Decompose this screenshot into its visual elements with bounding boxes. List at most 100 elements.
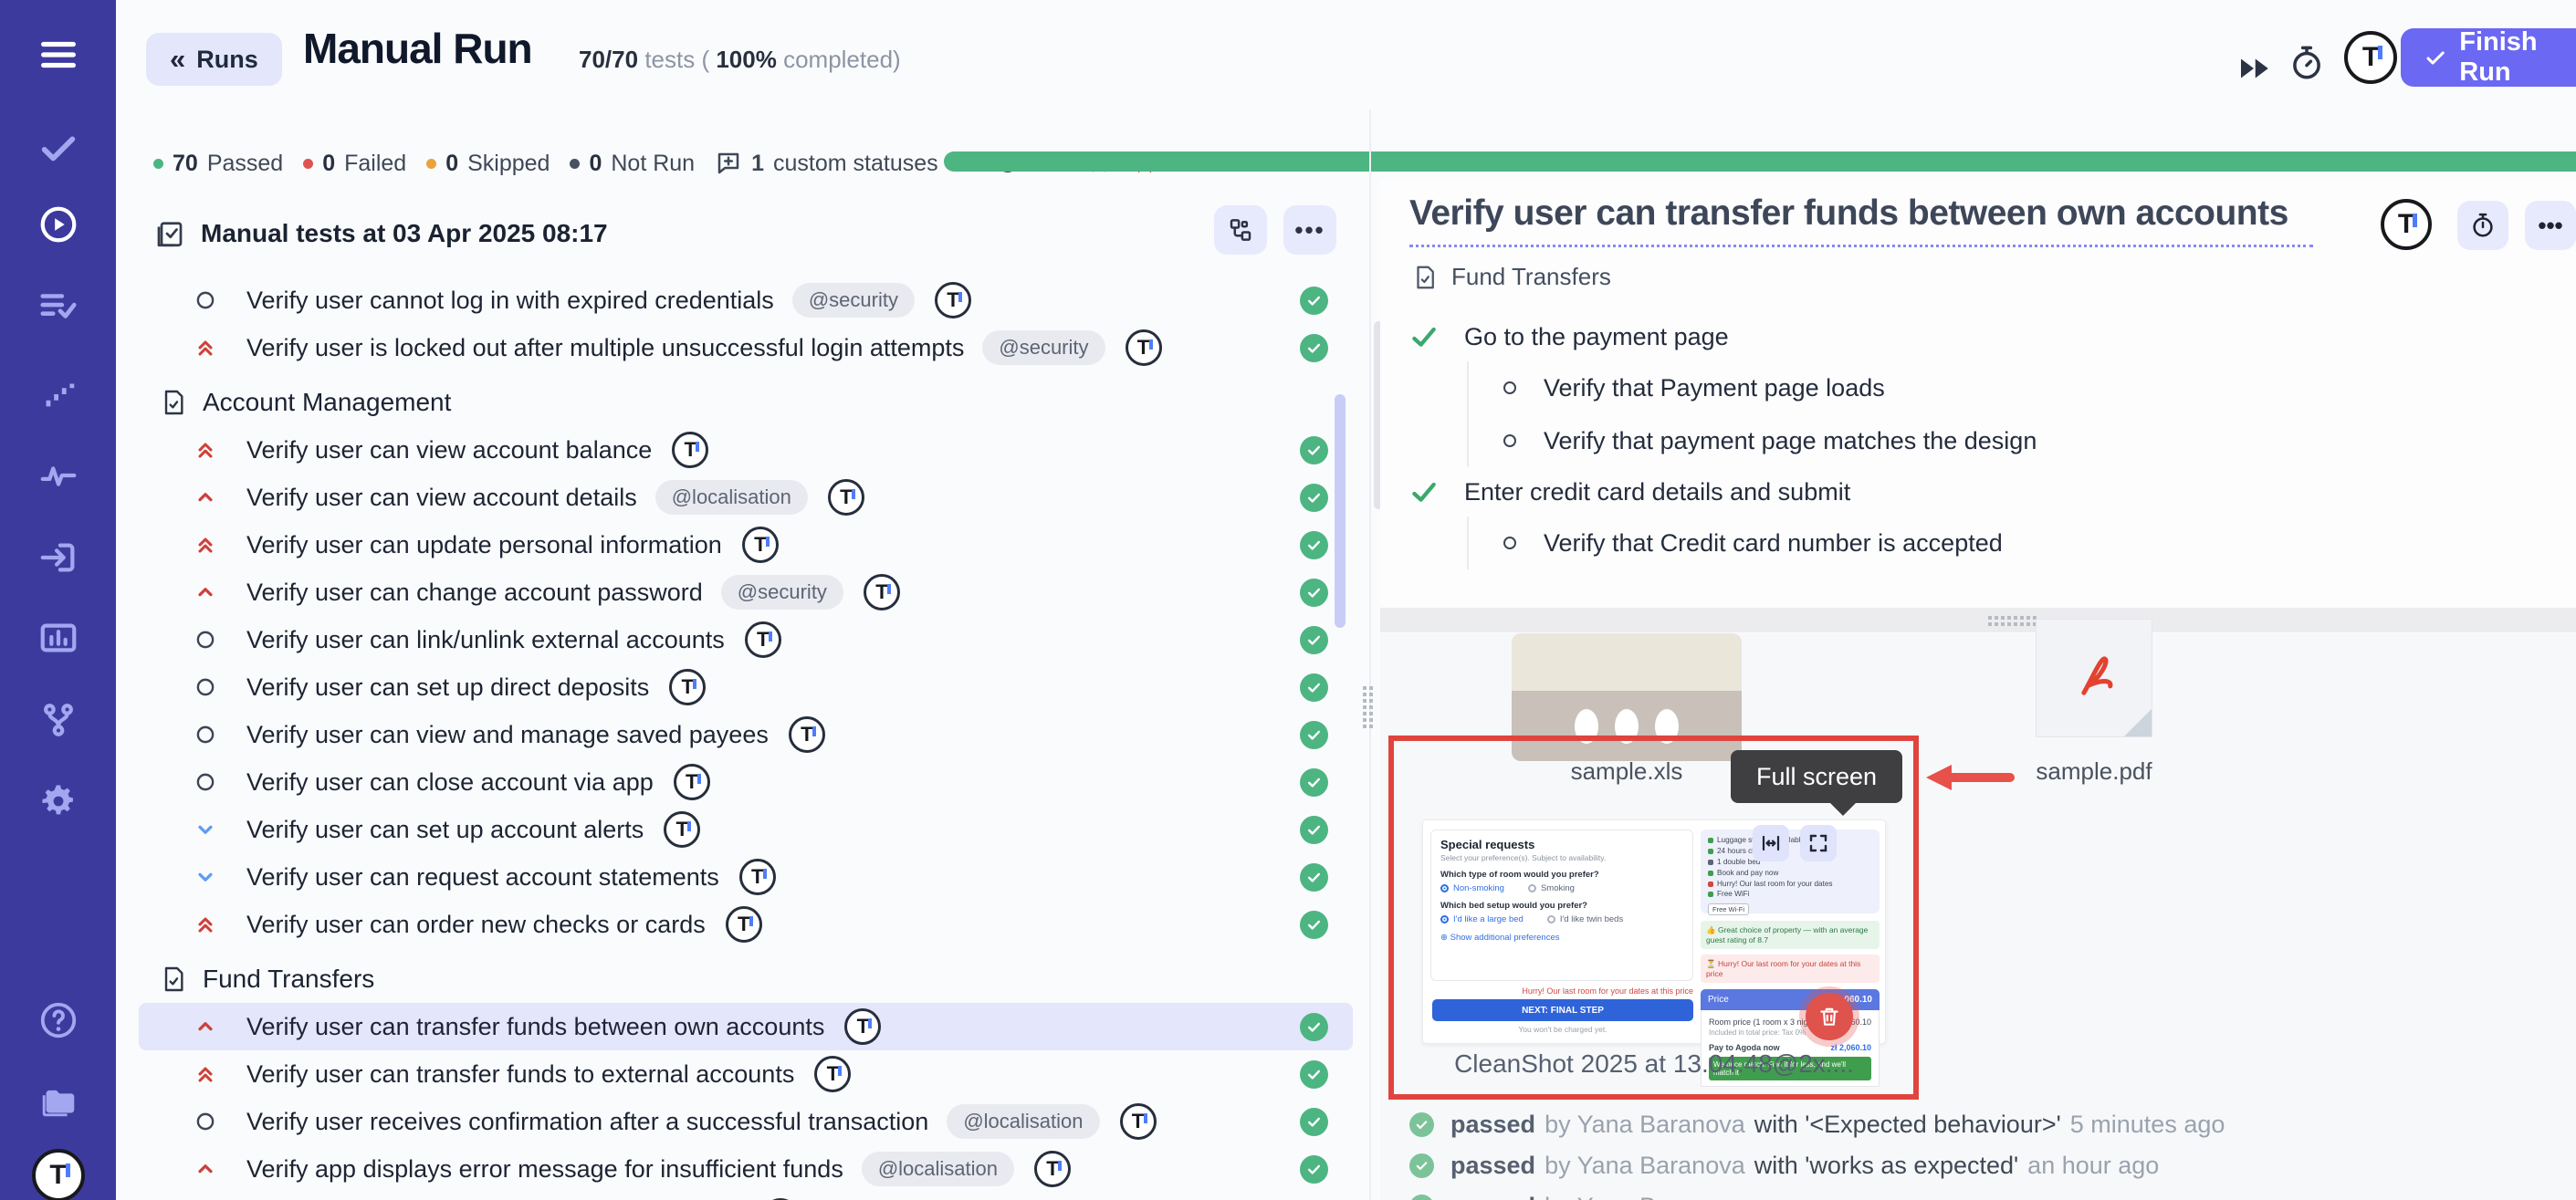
test-title: Verify user can change account password <box>246 579 703 607</box>
automated-test-icon[interactable]: T <box>1034 1151 1071 1187</box>
priority-up2-icon <box>192 436 219 464</box>
mini-feature-text: Free WiFi <box>1717 889 1749 900</box>
automated-test-icon[interactable]: T <box>864 574 900 610</box>
fullscreen-button[interactable] <box>1800 825 1837 861</box>
sidebar-steps-icon[interactable] <box>0 365 116 423</box>
resize-width-icon <box>1760 832 1782 854</box>
sidebar-branch-icon[interactable] <box>0 691 116 749</box>
app-logo-icon[interactable]: T <box>2344 31 2397 84</box>
list-more-button[interactable]: ••• <box>1283 205 1336 255</box>
test-row[interactable]: Verify user cannot log in with expired c… <box>139 277 1353 324</box>
stopwatch-icon[interactable] <box>2288 44 2326 82</box>
back-to-runs-label: Runs <box>196 46 258 74</box>
test-row[interactable]: Verify app displays error message for in… <box>139 1145 1353 1193</box>
automated-test-icon[interactable]: T <box>844 1008 881 1045</box>
test-substep[interactable]: Verify that payment page matches the des… <box>1503 414 2541 467</box>
panel-resize-handle[interactable] <box>1363 686 1377 732</box>
test-title[interactable]: Verify user can transfer funds between o… <box>1409 193 2313 247</box>
automated-test-icon[interactable]: T <box>2381 199 2432 250</box>
automated-test-icon[interactable]: T <box>664 811 700 848</box>
test-title: Verify user can view and manage saved pa… <box>246 721 769 749</box>
section-title: Fund Transfers <box>203 965 374 994</box>
automated-test-icon[interactable]: T <box>814 1056 851 1092</box>
test-row[interactable]: Verify user can link/unlink external acc… <box>139 616 1353 663</box>
substep-circle-icon <box>1503 434 1516 447</box>
section-row[interactable]: Account Management <box>139 379 1353 426</box>
test-row[interactable]: Verify user can change account password@… <box>139 569 1353 616</box>
automated-test-icon[interactable]: T <box>739 859 776 895</box>
test-step[interactable]: Enter credit card details and submit <box>1409 467 2541 517</box>
test-list: Verify user cannot log in with expired c… <box>139 277 1353 1200</box>
test-row[interactable]: Verify user can transfer funds to extern… <box>139 1050 1353 1098</box>
test-row[interactable]: Verify user can set up account alertsT <box>139 806 1353 853</box>
sidebar-gear-icon[interactable] <box>0 772 116 830</box>
sidebar-list-check-icon[interactable] <box>0 277 116 336</box>
mini-price-header: Pricezł 2,060.10 <box>1701 989 1880 1010</box>
test-row[interactable]: Verify user can schedule future fund tra… <box>139 1193 1353 1200</box>
sidebar-folders-icon[interactable] <box>0 1072 116 1131</box>
breadcrumb[interactable]: Fund Transfers <box>1411 263 1611 291</box>
mini-q1: Which type of room would you prefer? <box>1440 870 1683 880</box>
fast-forward-icon[interactable] <box>2235 49 2273 88</box>
test-row[interactable]: Verify user receives confirmation after … <box>139 1098 1353 1145</box>
status-label: Skipped <box>467 151 550 177</box>
automated-test-icon[interactable]: T <box>742 527 779 563</box>
history-comment: with 'works as expected' <box>1754 1152 2018 1180</box>
test-title: Verify user can view account balance <box>246 436 652 464</box>
automated-test-icon[interactable]: T <box>726 906 762 943</box>
detail-more-button[interactable]: ••• <box>2525 201 2576 250</box>
test-row[interactable]: Verify user can close account via appT <box>139 758 1353 806</box>
sidebar-check-icon[interactable] <box>0 119 116 177</box>
back-to-runs-button[interactable]: « Runs <box>146 33 282 86</box>
status-count-failed: 0Failed <box>303 151 406 177</box>
test-substep[interactable]: Verify that Credit card number is accept… <box>1503 517 2541 569</box>
automated-test-icon[interactable]: T <box>672 432 708 468</box>
test-step[interactable]: Go to the payment page <box>1409 312 2541 361</box>
sidebar-pulse-icon[interactable] <box>0 446 116 505</box>
test-substep[interactable]: Verify that Payment page loads <box>1503 361 2541 414</box>
test-row[interactable]: Verify user can request account statemen… <box>139 853 1353 901</box>
tree-view-icon <box>1227 216 1254 244</box>
mini-feature-item: 1 double bed <box>1708 857 1872 868</box>
test-row[interactable]: Verify user can transfer funds between o… <box>139 1003 1353 1050</box>
test-row[interactable]: Verify user can view account balance T <box>139 426 1353 474</box>
test-row[interactable]: Verify user can update personal informat… <box>139 521 1353 569</box>
automated-test-icon[interactable]: T <box>935 282 971 318</box>
resize-width-button[interactable] <box>1753 825 1789 861</box>
automated-test-icon[interactable]: T <box>669 669 706 705</box>
automated-test-icon[interactable]: T <box>1126 329 1162 366</box>
mini-feature-item: Luggage storage available <box>1708 835 1872 846</box>
test-row[interactable]: Verify user can view account details@loc… <box>139 474 1353 521</box>
test-row[interactable]: Verify user can order new checks or card… <box>139 901 1353 948</box>
history-status: passed <box>1450 1152 1535 1180</box>
mini-more-preferences-link: ⊕ Show additional preferences <box>1440 933 1683 943</box>
custom-statuses-dropdown[interactable]: 1custom statuses∨ <box>715 150 962 177</box>
test-row[interactable]: Verify user can set up direct depositsT <box>139 663 1353 711</box>
step-substeps: Verify that Credit card number is accept… <box>1467 517 2541 569</box>
automated-test-icon[interactable]: T <box>745 621 781 658</box>
automated-test-icon[interactable]: T <box>828 479 864 516</box>
sidebar-bar-chart-icon[interactable] <box>0 609 116 667</box>
finish-run-button[interactable]: Finish Run <box>2401 28 2576 87</box>
sidebar-help-icon[interactable] <box>0 991 116 1049</box>
sidebar-import-icon[interactable] <box>0 528 116 587</box>
splitter-grip-icon <box>1988 616 2037 626</box>
automated-test-icon[interactable]: T <box>674 764 710 800</box>
delete-attachment-button[interactable] <box>1806 993 1853 1040</box>
sidebar-logo-icon[interactable]: T <box>0 1146 116 1200</box>
sidebar-menu-icon[interactable] <box>0 26 116 84</box>
automated-test-icon[interactable]: T <box>1120 1103 1157 1140</box>
attachment-pdf-thumbnail[interactable] <box>2036 619 2152 737</box>
automated-test-icon[interactable]: T <box>789 716 825 753</box>
test-row[interactable]: Verify user is locked out after multiple… <box>139 324 1353 371</box>
sidebar-play-circle-icon[interactable] <box>0 195 116 254</box>
timer-button[interactable] <box>2457 201 2508 250</box>
list-scrollbar[interactable] <box>1335 394 1346 628</box>
test-run-icon <box>153 217 186 250</box>
tree-view-button[interactable] <box>1214 205 1267 255</box>
priority-up2-icon <box>192 334 219 361</box>
section-row[interactable]: Fund Transfers <box>139 955 1353 1003</box>
priority-down-icon <box>192 863 219 891</box>
test-row[interactable]: Verify user can view and manage saved pa… <box>139 711 1353 758</box>
horizontal-splitter[interactable] <box>1380 608 2576 632</box>
